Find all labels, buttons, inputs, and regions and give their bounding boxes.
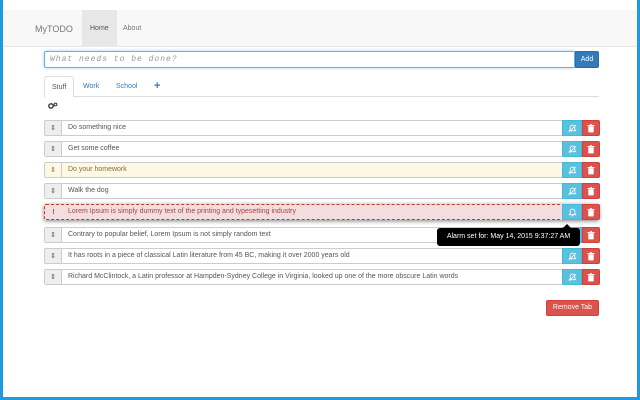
todo-item[interactable]: ⇕ Do your homework (44, 162, 600, 178)
brand[interactable]: MyTODO (35, 24, 73, 34)
delete-button[interactable] (582, 141, 600, 157)
todo-item[interactable]: ! Lorem Ipsum is simply dummy text of the… (44, 204, 600, 220)
todo-text[interactable]: It has roots in a piece of classical Lat… (68, 249, 350, 263)
add-tab-button[interactable]: + (147, 76, 167, 97)
settings-icon[interactable] (48, 102, 58, 110)
nav-about[interactable]: About (115, 10, 149, 47)
tab-stuff[interactable]: Stuff (44, 76, 75, 98)
alarm-button[interactable] (562, 269, 582, 285)
alarm-tooltip: Alarm set for: May 14, 2015 9:37:27 AM (437, 224, 580, 246)
drag-handle-icon[interactable]: ⇕ (45, 228, 62, 242)
drag-handle-icon[interactable]: ⇕ (45, 249, 62, 263)
tab-work[interactable]: Work (76, 76, 106, 97)
delete-button[interactable] (582, 248, 600, 264)
alarm-button[interactable] (562, 120, 582, 136)
todo-item[interactable]: ⇕ It has roots in a piece of classical La… (44, 248, 600, 264)
drag-handle-icon[interactable]: ⇕ (45, 270, 62, 284)
todo-item[interactable]: ⇕ Walk the dog (44, 183, 600, 199)
bell-slash-icon (567, 124, 577, 132)
delete-button[interactable] (582, 269, 600, 285)
tab-school[interactable]: School (109, 76, 144, 97)
todo-text[interactable]: Lorem Ipsum is simply dummy text of the … (68, 205, 296, 219)
todo-item[interactable]: ⇕ Do something nice (44, 120, 600, 136)
tabs-bar: Stuff Work School + (44, 76, 599, 98)
todo-text[interactable]: Do something nice (68, 121, 126, 135)
delete-button[interactable] (582, 227, 600, 243)
navbar: MyTODO Home About (3, 10, 637, 47)
todo-text[interactable]: Contrary to popular belief, Lorem Ipsum … (68, 228, 271, 242)
trash-icon (587, 230, 595, 239)
trash-icon (587, 144, 595, 153)
drag-handle-icon[interactable]: ⇕ (45, 184, 62, 198)
alarm-button[interactable] (562, 162, 582, 178)
drag-handle-icon[interactable]: ⇕ (45, 121, 62, 135)
drag-handle-icon[interactable]: ⇕ (45, 142, 62, 156)
todo-text[interactable]: Richard McClintock, a Latin professor at… (68, 270, 458, 284)
trash-icon (587, 207, 595, 216)
new-todo-input[interactable] (44, 51, 575, 68)
bell-icon (567, 208, 577, 217)
delete-button[interactable] (582, 204, 600, 220)
todo-item[interactable]: ⇕ Richard McClintock, a Latin professor a… (44, 269, 600, 285)
trash-icon (587, 251, 595, 260)
alert-icon[interactable]: ! (45, 205, 62, 219)
remove-tab-button[interactable]: Remove Tab (546, 300, 599, 316)
alarm-button[interactable] (562, 204, 582, 220)
alarm-button[interactable] (562, 248, 582, 264)
bell-slash-icon (567, 145, 577, 153)
add-button[interactable]: Add (575, 51, 599, 68)
trash-icon (587, 272, 595, 281)
trash-icon (587, 123, 595, 132)
delete-button[interactable] (582, 120, 600, 136)
todo-text[interactable]: Do your homework (68, 163, 127, 177)
alarm-button[interactable] (562, 183, 582, 199)
todo-text[interactable]: Walk the dog (68, 184, 109, 198)
bell-slash-icon (567, 252, 577, 260)
delete-button[interactable] (582, 183, 600, 199)
trash-icon (587, 165, 595, 174)
bell-slash-icon (567, 187, 577, 195)
delete-button[interactable] (582, 162, 600, 178)
todo-text[interactable]: Get some coffee (68, 142, 119, 156)
nav-home[interactable]: Home (82, 10, 117, 47)
trash-icon (587, 186, 595, 195)
bell-slash-icon (567, 166, 577, 174)
drag-handle-icon[interactable]: ⇕ (45, 163, 62, 177)
alarm-button[interactable] (562, 141, 582, 157)
todo-item[interactable]: ⇕ Get some coffee (44, 141, 600, 157)
bell-slash-icon (567, 273, 577, 281)
